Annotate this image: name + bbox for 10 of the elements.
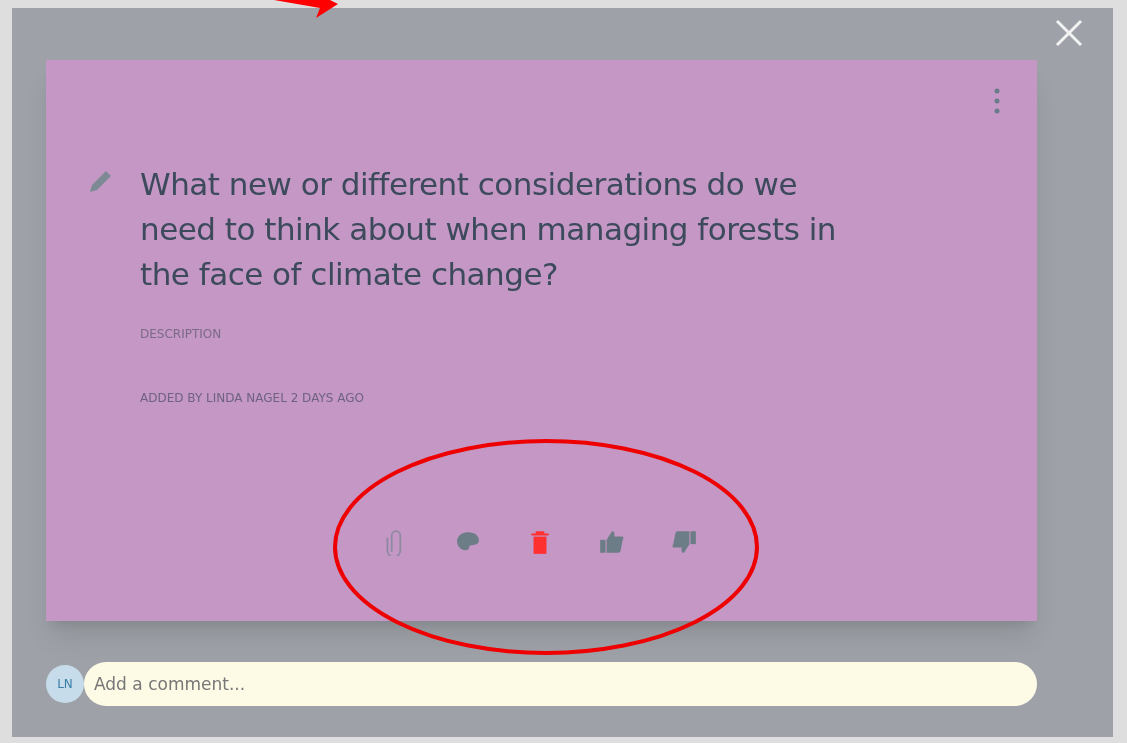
added-by-text: ADDED BY LINDA NAGEL 2 DAYS AGO xyxy=(140,390,365,407)
thumbs-up-icon[interactable] xyxy=(598,528,626,556)
thumbs-down-icon[interactable] xyxy=(670,528,698,556)
avatar: LN xyxy=(46,665,84,703)
description-label: DESCRIPTION xyxy=(140,326,223,343)
card-title: What new or different considerations do we need to think about when managing forests in the face of climate change? xyxy=(140,165,837,294)
comment-field[interactable]: Add a comment... xyxy=(84,662,1037,706)
more-icon[interactable] xyxy=(994,88,1000,114)
close-icon[interactable] xyxy=(1054,18,1084,48)
pencil-icon[interactable] xyxy=(88,168,114,194)
